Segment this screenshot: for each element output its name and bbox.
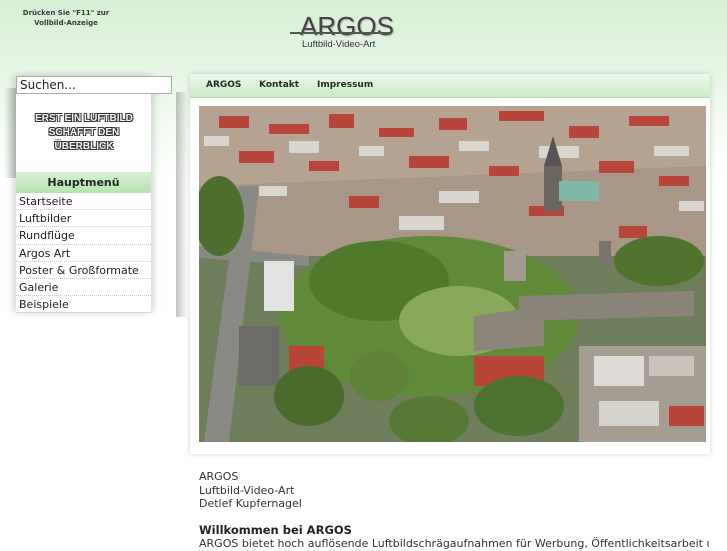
sidebar-item-rundfluege[interactable]: Rundflüge <box>16 227 151 245</box>
main-menu: Startseite Luftbilder Rundflüge Argos Ar… <box>16 193 151 314</box>
address-line3: Detlef Kupfernagel <box>199 497 302 510</box>
logo-underline <box>290 32 390 34</box>
main-menu-heading: Hauptmenü <box>16 172 151 193</box>
sidebar-slogan: ERST EIN LUFTBILD SCHAFFT DEN ÜBERBLICK <box>16 112 152 154</box>
address-line1: ARGOS <box>199 470 239 483</box>
logo-subtitle: Luftbild-Video-Art <box>302 39 376 50</box>
top-navigation: ARGOS Kontakt Impressum <box>190 74 710 98</box>
sidebar-item-poster[interactable]: Poster & Großformate <box>16 262 151 279</box>
aerial-photo <box>199 106 706 442</box>
slogan-line3: ÜBERBLICK <box>54 141 114 152</box>
sidebar-item-luftbilder[interactable]: Luftbilder <box>16 210 151 228</box>
sidebar-item-galerie[interactable]: Galerie <box>16 279 151 297</box>
decorative-shadow-middle <box>176 92 188 317</box>
sidebar-item-argos-art[interactable]: Argos Art <box>16 245 151 262</box>
main-text: ARGOS Luftbild-Video-Art Detlef Kupferna… <box>199 470 709 551</box>
nav-link-argos[interactable]: ARGOS <box>206 74 241 97</box>
slogan-line1: ERST EIN LUFTBILD <box>35 113 133 124</box>
argos-logo[interactable]: ARGOS Luftbild-Video-Art <box>290 12 395 54</box>
intro-paragraph: ARGOS bietet hoch auflösende Luftbildsch… <box>199 537 709 550</box>
fullscreen-hint-line1: Drücken Sie "F11" zur <box>22 9 110 17</box>
nav-link-impressum[interactable]: Impressum <box>317 74 373 97</box>
logo-title: ARGOS <box>300 11 394 41</box>
nav-link-kontakt[interactable]: Kontakt <box>259 74 299 97</box>
fullscreen-hint-line2: Vollbild-Anzeige <box>34 19 98 27</box>
search-input[interactable] <box>16 76 172 94</box>
fullscreen-hint: Drücken Sie "F11" zur Vollbild-Anzeige <box>22 8 110 28</box>
decorative-shadow-left <box>4 88 16 178</box>
slogan-line2: SCHAFFT DEN <box>48 127 120 138</box>
address-line2: Luftbild-Video-Art <box>199 483 295 497</box>
sidebar-item-beispiele[interactable]: Beispiele <box>16 296 151 314</box>
sidebar-item-startseite[interactable]: Startseite <box>16 193 151 211</box>
welcome-heading: Willkommen bei ARGOS <box>199 522 352 537</box>
